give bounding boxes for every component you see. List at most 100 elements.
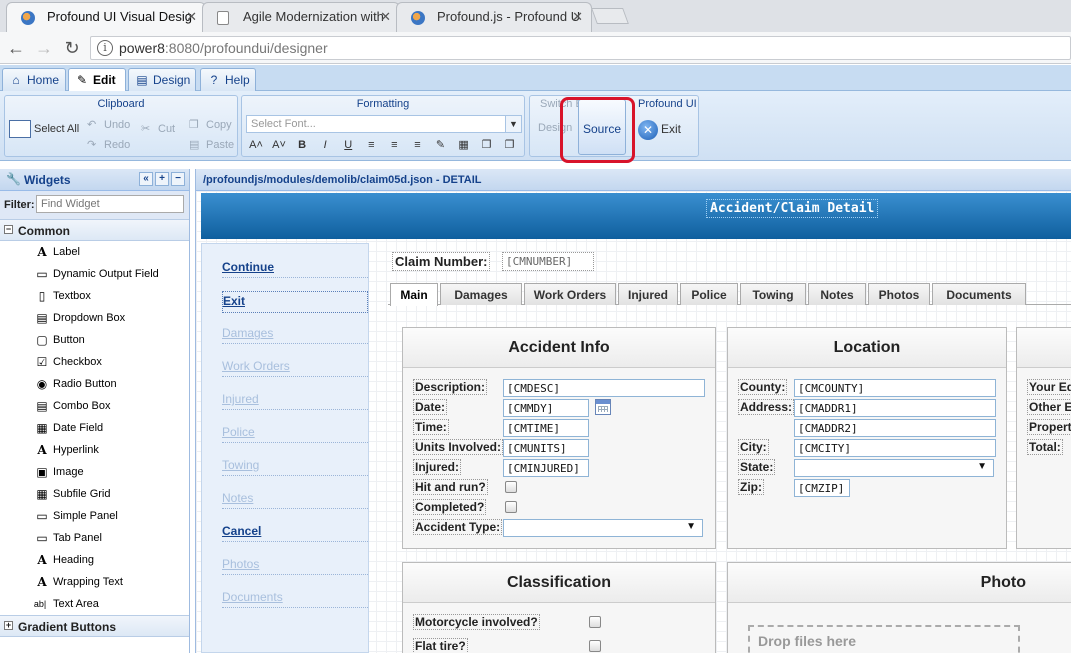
injured-label[interactable]: Injured: <box>413 459 461 475</box>
city-field[interactable]: [CMCITY] <box>794 439 996 457</box>
url-input[interactable]: i power8:8080/profoundui/designer <box>90 36 1071 60</box>
completed-label[interactable]: Completed? <box>413 499 487 515</box>
hit-and-run-label[interactable]: Hit and run? <box>413 479 488 495</box>
nav-link[interactable]: Notes <box>222 489 368 509</box>
align-right-icon[interactable]: ≡ <box>407 139 427 151</box>
close-tab-icon[interactable]: ✕ <box>380 9 391 25</box>
tab-help[interactable]: ? Help <box>200 68 256 91</box>
find-widget-input[interactable] <box>36 195 184 213</box>
widget-item[interactable]: ▭ Dynamic Output Field <box>0 263 189 285</box>
widget-item[interactable]: ▢ Button <box>0 329 189 351</box>
cut-button[interactable]: ✂ Cut <box>141 122 175 136</box>
expand-all-icon[interactable]: + <box>155 172 169 186</box>
tab-main[interactable]: Main <box>390 283 438 306</box>
flat-tire-label[interactable]: Flat tire? <box>413 638 468 653</box>
date-field[interactable]: [CMMDY] <box>503 399 589 417</box>
widget-item[interactable]: ▭ Tab Panel <box>0 527 189 549</box>
widget-item[interactable]: ▯ Textbox <box>0 285 189 307</box>
group-common[interactable]: − Common <box>0 219 189 241</box>
units-involved-label[interactable]: Units Involved: <box>413 439 504 455</box>
state-select[interactable]: ▼ <box>794 459 994 477</box>
nav-link[interactable]: Injured <box>222 390 368 410</box>
tab-documents[interactable]: Documents <box>932 283 1026 305</box>
tab-edit[interactable]: ✎ Edit <box>68 68 126 91</box>
nav-link[interactable]: Continue <box>222 258 368 278</box>
copy-button[interactable]: ❐ Copy <box>189 118 232 132</box>
nav-link[interactable]: Documents <box>222 588 368 608</box>
back-arrow-icon[interactable]: ← <box>6 38 26 59</box>
tab-towing[interactable]: Towing <box>740 283 806 305</box>
zip-label[interactable]: Zip: <box>738 479 764 495</box>
reload-icon[interactable]: ↻ <box>62 38 82 59</box>
nav-link[interactable]: Cancel <box>222 522 368 542</box>
time-field[interactable]: [CMTIME] <box>503 419 589 437</box>
bold-icon[interactable]: B <box>292 139 312 151</box>
collapse-all-icon[interactable]: − <box>171 172 185 186</box>
collapse-icon[interactable]: − <box>4 225 13 234</box>
description-field[interactable]: [CMDESC] <box>503 379 705 397</box>
nav-link[interactable]: Work Orders <box>222 357 368 377</box>
paste-button[interactable]: ▤ Paste <box>189 138 234 152</box>
county-field[interactable]: [CMCOUNTY] <box>794 379 996 397</box>
accident-type-select[interactable]: ▼ <box>503 519 703 537</box>
state-label[interactable]: State: <box>738 459 776 475</box>
claim-number-label[interactable]: Claim Number: <box>392 252 491 271</box>
address-label[interactable]: Address: <box>738 399 795 415</box>
select-all-button[interactable]: Select All <box>9 120 79 138</box>
widget-item[interactable]: ab| Text Area <box>0 593 189 615</box>
paste-format-icon[interactable]: ❐ <box>500 138 520 151</box>
completed-checkbox[interactable] <box>505 501 517 513</box>
photo-panel[interactable]: Photo Drop files here <box>727 562 1071 653</box>
group-gradient-buttons[interactable]: + Gradient Buttons <box>0 615 189 637</box>
location-panel[interactable]: Location County: [CMCOUNTY] Address: [CM… <box>727 327 1007 549</box>
classification-panel[interactable]: Classification Motorcycle involved? Flat… <box>402 562 716 653</box>
tab-injured[interactable]: Injured <box>618 283 678 305</box>
shrink-font-icon[interactable]: A˅ <box>269 139 289 151</box>
nav-links-panel[interactable]: Continue Exit Damages Work Orders Injured Pol… <box>201 243 369 653</box>
screen-title[interactable]: Accident/Claim Detail <box>706 199 879 218</box>
widget-item[interactable]: ◉ Radio Button <box>0 373 189 395</box>
motorcycle-checkbox[interactable] <box>589 616 601 628</box>
injured-field[interactable]: [CMINJURED] <box>503 459 589 477</box>
close-tab-icon[interactable]: ✕ <box>572 9 583 25</box>
tab-police[interactable]: Police <box>680 283 738 305</box>
undo-button[interactable]: ↶ Undo <box>87 118 130 132</box>
address1-field[interactable]: [CMADDR1] <box>794 399 996 417</box>
nav-link[interactable]: Towing <box>222 456 368 476</box>
widget-item[interactable]: ▦ Subfile Grid <box>0 483 189 505</box>
tab-photos[interactable]: Photos <box>868 283 930 305</box>
browser-tab-profoundjs[interactable]: Profound.js - Profound U ✕ <box>396 2 592 32</box>
copy-format-icon[interactable]: ❐ <box>477 138 497 151</box>
widget-item[interactable]: ▤ Combo Box <box>0 395 189 417</box>
widget-item[interactable]: A Hyperlink <box>0 439 189 461</box>
align-left-icon[interactable]: ≡ <box>361 139 381 151</box>
redo-button[interactable]: ↷ Redo <box>87 138 130 152</box>
widget-item[interactable]: ▣ Image <box>0 461 189 483</box>
tab-work-orders[interactable]: Work Orders <box>524 283 616 305</box>
description-label[interactable]: Description: <box>413 379 488 395</box>
your-equipment-label[interactable]: Your Eq <box>1027 379 1071 395</box>
browser-tab-designer[interactable]: Profound UI Visual Desig ✕ <box>6 2 206 32</box>
close-tab-icon[interactable]: ✕ <box>186 9 197 25</box>
date-label[interactable]: Date: <box>413 399 448 415</box>
other-equipment-label[interactable]: Other E <box>1027 399 1071 415</box>
tab-notes[interactable]: Notes <box>808 283 866 305</box>
widget-item[interactable]: ☑ Checkbox <box>0 351 189 373</box>
new-tab-button[interactable] <box>591 8 629 24</box>
exit-button[interactable]: ✕ Exit <box>638 120 681 140</box>
equipment-panel[interactable]: Your Eq Other E Propert Total: <box>1016 327 1071 549</box>
nav-link[interactable]: Photos <box>222 555 368 575</box>
italic-icon[interactable]: I <box>315 139 335 151</box>
nav-link[interactable]: Damages <box>222 324 368 344</box>
nav-link[interactable]: Police <box>222 423 368 443</box>
header-banner[interactable]: Accident/Claim Detail <box>201 193 1071 239</box>
info-icon[interactable]: i <box>97 40 113 56</box>
address2-field[interactable]: [CMADDR2] <box>794 419 996 437</box>
spellcheck-icon[interactable]: ✎ <box>431 138 451 151</box>
grow-font-icon[interactable]: A˄ <box>246 139 266 151</box>
widget-item[interactable]: ▤ Dropdown Box <box>0 307 189 329</box>
design-canvas[interactable]: Accident/Claim Detail Continue Exit Damage… <box>196 191 1071 653</box>
tab-home[interactable]: ⌂ Home <box>2 68 66 91</box>
motorcycle-label[interactable]: Motorcycle involved? <box>413 614 540 630</box>
tab-damages[interactable]: Damages <box>440 283 522 305</box>
